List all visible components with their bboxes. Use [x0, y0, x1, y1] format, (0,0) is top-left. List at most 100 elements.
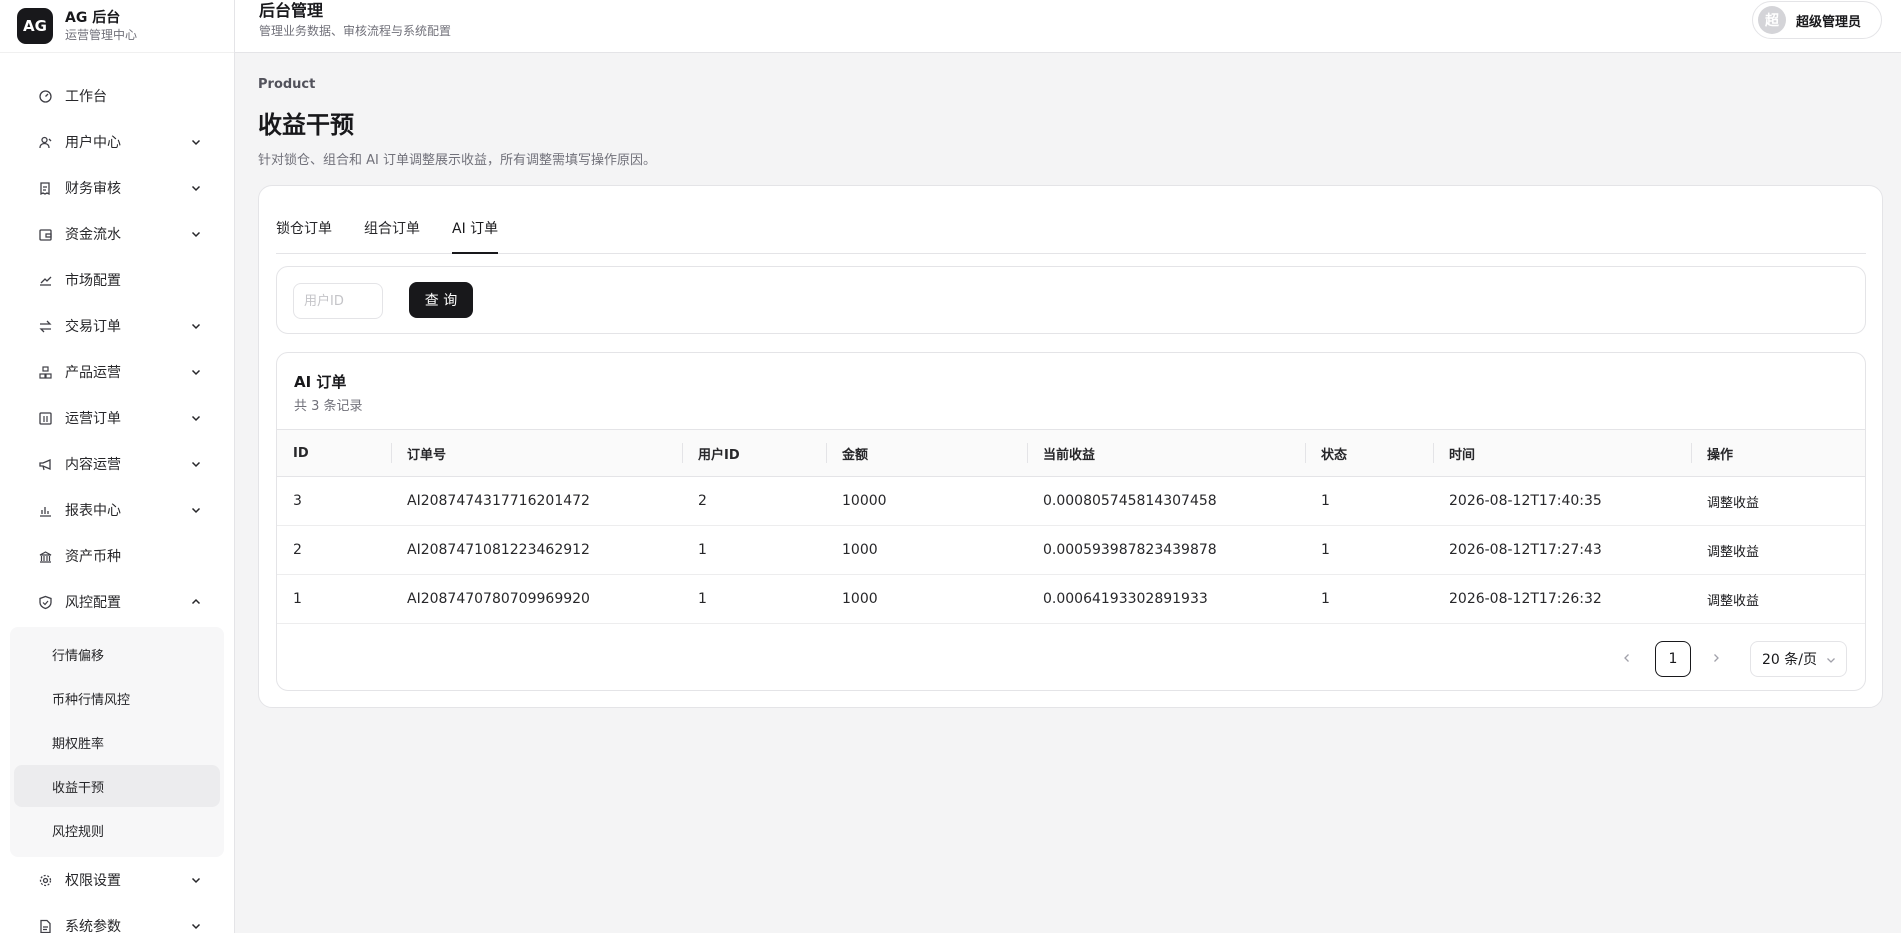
- table-cell: 2: [698, 493, 707, 509]
- column-header: 时间: [1433, 429, 1691, 477]
- tab-lock-orders[interactable]: 锁仓订单: [276, 218, 332, 254]
- sidebar-item-13[interactable]: 系统参数: [0, 903, 234, 933]
- submenu-item-4[interactable]: 风控规则: [14, 809, 220, 851]
- sidebar-item-6[interactable]: 产品运营: [0, 349, 234, 395]
- column-header: 金额: [826, 429, 1027, 477]
- table-cell: 1000: [842, 542, 878, 558]
- column-header: 订单号: [391, 429, 682, 477]
- table-cell: 1: [1321, 542, 1330, 558]
- brand: AG AG 后台 运营管理中心: [0, 0, 234, 53]
- sidebar-item-label: 资金流水: [65, 227, 121, 243]
- submenu-item-label: 行情偏移: [52, 648, 105, 664]
- tab-ai-orders[interactable]: AI 订单: [452, 218, 499, 254]
- top-header: 后台管理 管理业务数据、审核流程与系统配置 超 超级管理员: [235, 0, 1901, 53]
- sidebar-item-label: 运营订单: [65, 411, 121, 427]
- sidebar-item-7[interactable]: 运营订单: [0, 395, 234, 441]
- user-icon: [38, 135, 53, 150]
- chevron-down-icon: [191, 139, 201, 146]
- table-row: 1 AI2087470780709969920 1 1000 0.00064193302…: [277, 575, 1865, 624]
- column-header: 用户ID: [682, 429, 826, 477]
- sidebar-item-10[interactable]: 资产币种: [0, 533, 234, 579]
- sidebar-item-3[interactable]: 资金流水: [0, 211, 234, 257]
- column-header: 状态: [1305, 429, 1433, 477]
- chevron-down-icon: [191, 507, 201, 514]
- table-cell: 0.000593987823439878: [1043, 542, 1217, 558]
- risk-submenu: 行情偏移币种行情风控 期权胜率收益干预 风控规则: [10, 627, 224, 857]
- sidebar-item-2[interactable]: 财务审核: [0, 165, 234, 211]
- avatar: 超: [1758, 6, 1786, 34]
- sidebar-item-5[interactable]: 交易订单: [0, 303, 234, 349]
- table-cell: 1: [1321, 493, 1330, 509]
- prev-page-button[interactable]: [1617, 648, 1637, 668]
- sidebar-item-label: 用户中心: [65, 135, 121, 151]
- page-size-select[interactable]: 20 条/页: [1750, 641, 1847, 677]
- page-title: 收益干预: [258, 111, 354, 139]
- page-description: 针对锁仓、组合和 AI 订单调整展示收益，所有调整需填写操作原因。: [258, 153, 656, 168]
- table-cell: 3: [293, 493, 302, 509]
- brand-subtitle: 运营管理中心: [65, 28, 138, 42]
- column-header: 操作: [1691, 429, 1865, 477]
- sidebar-item-11[interactable]: 风控配置: [0, 579, 234, 625]
- chevron-left-icon: [1624, 654, 1629, 662]
- page-number-button[interactable]: 1: [1655, 641, 1691, 677]
- sidebar-item-label: 市场配置: [65, 273, 121, 289]
- bar-chart-icon: [38, 503, 53, 518]
- chevron-down-icon: [191, 231, 201, 238]
- dashboard-icon: [38, 89, 53, 104]
- sidebar-item-label: 交易订单: [65, 319, 121, 335]
- trend-icon: [38, 273, 53, 288]
- query-button[interactable]: 查 询: [409, 282, 473, 318]
- sidebar-item-label: 风控配置: [65, 595, 121, 611]
- adjust-profit-link[interactable]: 调整收益: [1691, 526, 1865, 575]
- sidebar-item-9[interactable]: 报表中心: [0, 487, 234, 533]
- sidebar-item-0[interactable]: 工作台: [0, 73, 234, 119]
- sidebar-item-12[interactable]: 权限设置: [0, 857, 234, 903]
- page-size-label: 20 条/页: [1762, 652, 1817, 668]
- sidebar-item-label: 权限设置: [65, 873, 121, 889]
- chevron-down-icon: [191, 923, 201, 930]
- adjust-profit-link[interactable]: 调整收益: [1691, 477, 1865, 526]
- tab-combo-orders[interactable]: 组合订单: [364, 218, 420, 254]
- sidebar-item-1[interactable]: 用户中心: [0, 119, 234, 165]
- chevron-up-icon: [191, 598, 201, 605]
- submenu-item-label: 币种行情风控: [52, 692, 131, 708]
- table-cell: 0.000805745814307458: [1043, 493, 1217, 509]
- pagination: 1 20 条/页: [277, 639, 1865, 677]
- table-cell: AI2087470780709969920: [407, 591, 590, 607]
- table-cell: AI2087471081223462912: [407, 542, 590, 558]
- chevron-down-icon: [1827, 658, 1835, 663]
- table-cell: 10000: [842, 493, 887, 509]
- record-count: 共 3 条记录: [294, 399, 363, 414]
- table-cell: 1: [293, 591, 302, 607]
- tab-bar: 锁仓订单 组合订单 AI 订单: [276, 212, 1866, 254]
- columns-icon: [38, 411, 53, 426]
- gear-icon: [38, 873, 53, 888]
- chevron-down-icon: [191, 877, 201, 884]
- submenu-item-label: 期权胜率: [52, 736, 105, 752]
- next-page-button[interactable]: [1706, 648, 1726, 668]
- sidebar-nav: 工作台用户中心财务审核资金流水市场配置交易订单产品运营运营订单内容运营 报表中心资…: [0, 53, 234, 933]
- sidebar-item-8[interactable]: 内容运营: [0, 441, 234, 487]
- submenu-item-3[interactable]: 收益干预: [14, 765, 220, 807]
- table-cell: 2: [293, 542, 302, 558]
- chevron-down-icon: [191, 415, 201, 422]
- receipt-icon: [38, 181, 53, 196]
- chevron-right-icon: [1714, 654, 1719, 662]
- filter-panel: 查 询: [276, 266, 1866, 334]
- submenu-item-0[interactable]: 行情偏移: [14, 633, 220, 675]
- sidebar-item-label: 工作台: [65, 89, 107, 105]
- user-id-input[interactable]: [293, 283, 383, 319]
- table-title: AI 订单: [294, 373, 347, 391]
- adjust-profit-link[interactable]: 调整收益: [1691, 575, 1865, 624]
- submenu-item-1[interactable]: 币种行情风控: [14, 677, 220, 719]
- orders-table-card: AI 订单 共 3 条记录 ID 订单号 用户ID 金额 当前收益 状态 时间 操作 3 AI2…: [276, 352, 1866, 691]
- user-menu-button[interactable]: 超 超级管理员: [1752, 1, 1882, 39]
- table-cell: 1000: [842, 591, 878, 607]
- sidebar-item-4[interactable]: 市场配置: [0, 257, 234, 303]
- header-subtitle: 管理业务数据、审核流程与系统配置: [259, 24, 452, 38]
- table-row: 2 AI2087471081223462912 1 1000 0.00059398782…: [277, 526, 1865, 575]
- orders-table: ID 订单号 用户ID 金额 当前收益 状态 时间 操作 3 AI208747431771620…: [277, 429, 1865, 624]
- submenu-item-2[interactable]: 期权胜率: [14, 721, 220, 763]
- page-eyebrow: Product: [258, 77, 316, 92]
- table-cell: 2026-08-12T17:40:35: [1449, 493, 1602, 509]
